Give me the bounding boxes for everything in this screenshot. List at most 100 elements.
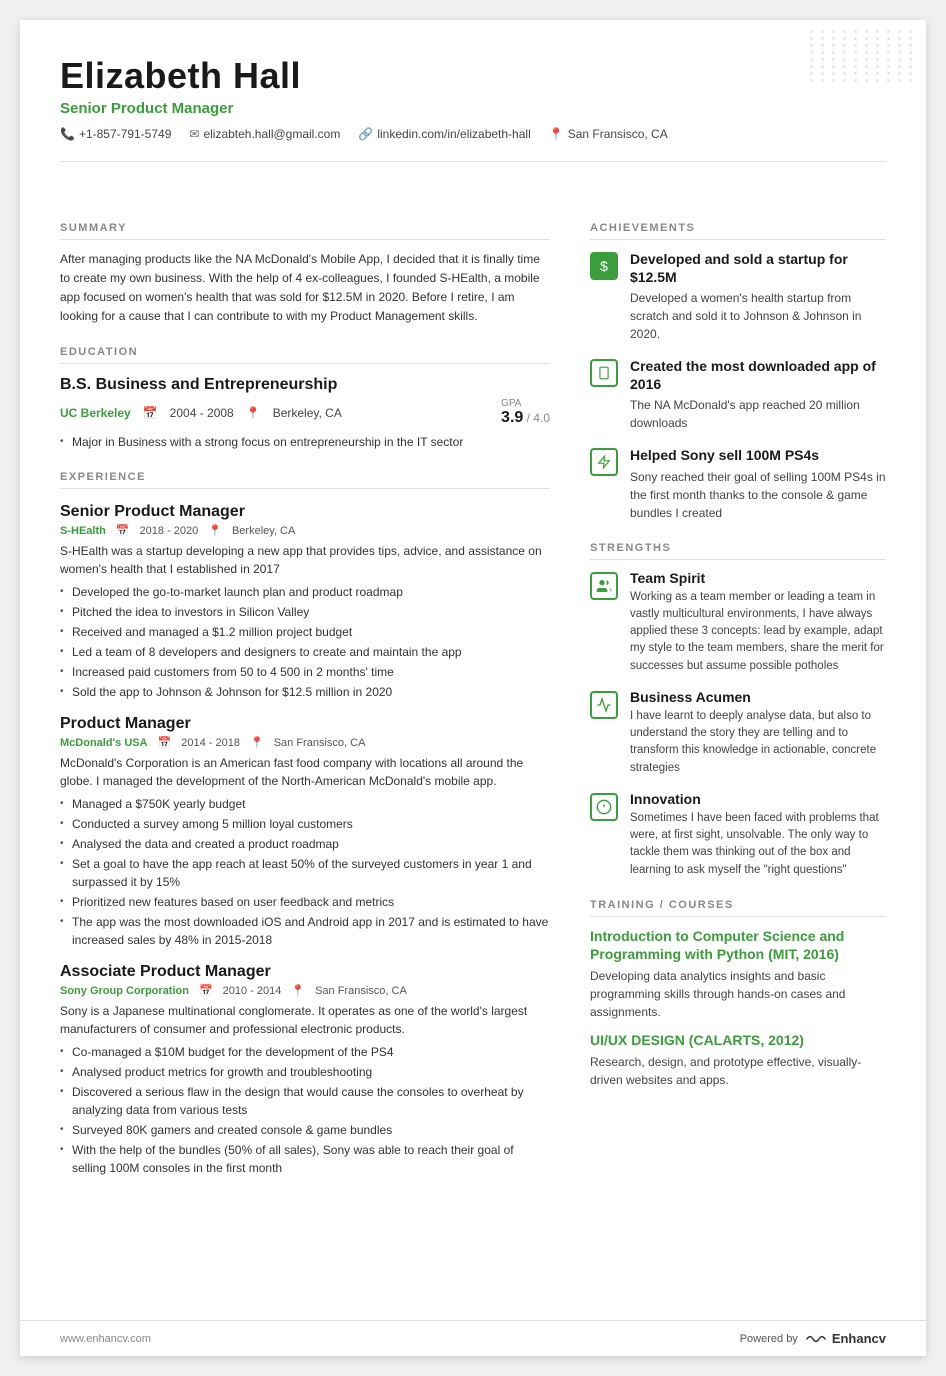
achievement-2-icon xyxy=(590,359,618,387)
achievement-3-desc: Sony reached their goal of selling 100M … xyxy=(630,468,886,522)
strength-3-content: Innovation Sometimes I have been faced w… xyxy=(630,791,886,879)
achievement-3-content: Helped Sony sell 100M PS4s Sony reached … xyxy=(630,446,886,521)
achievement-3: Helped Sony sell 100M PS4s Sony reached … xyxy=(590,446,886,521)
gpa-container: GPA 3.9 / 4.0 xyxy=(501,398,550,427)
strength-1-title: Team Spirit xyxy=(630,570,886,586)
strength-1-content: Team Spirit Working as a team member or … xyxy=(630,570,886,675)
job-3-years: 2010 - 2014 xyxy=(223,985,282,997)
job-1-company: S-HEalth xyxy=(60,525,106,537)
linkedin-value: linkedin.com/in/elizabeth-hall xyxy=(377,127,530,141)
footer-brand: Powered by Enhancv xyxy=(740,1331,886,1346)
job-1-bullet-5: Sold the app to Johnson & Johnson for $1… xyxy=(60,683,550,701)
right-column: ACHIEVEMENTS $ Developed and sold a star… xyxy=(590,202,886,1290)
summary-section-title: SUMMARY xyxy=(60,222,550,240)
training-section-title: TRAINING / COURSES xyxy=(590,899,886,917)
job-3-bullet-4: With the help of the bundles (50% of all… xyxy=(60,1141,550,1177)
location-contact: 📍 San Fransisco, CA xyxy=(549,127,668,141)
job-2-bullet-1: Conducted a survey among 5 million loyal… xyxy=(60,815,550,833)
achievement-1-content: Developed and sold a startup for $12.5M … xyxy=(630,250,886,343)
edu-bullets: Major in Business with a strong focus on… xyxy=(60,433,550,451)
email-value: elizabteh.hall@gmail.com xyxy=(203,127,340,141)
achievement-1: $ Developed and sold a startup for $12.5… xyxy=(590,250,886,343)
edu-degree: B.S. Business and Entrepreneurship xyxy=(60,376,550,394)
job-3-meta: Sony Group Corporation 📅 2010 - 2014 📍 S… xyxy=(60,984,550,997)
job-2-meta: McDonald's USA 📅 2014 - 2018 📍 San Frans… xyxy=(60,736,550,749)
job-1-bullet-1: Pitched the idea to investors in Silicon… xyxy=(60,603,550,621)
training-2-desc: Research, design, and prototype effectiv… xyxy=(590,1053,886,1089)
gpa-max: / 4.0 xyxy=(527,411,550,425)
edu-calendar-icon: 📅 xyxy=(143,406,158,420)
achievement-3-title: Helped Sony sell 100M PS4s xyxy=(630,446,886,464)
job-2-bullets: Managed a $750K yearly budget Conducted … xyxy=(60,795,550,949)
strength-2-desc: I have learnt to deeply analyse data, bu… xyxy=(630,708,886,777)
training-1-desc: Developing data analytics insights and b… xyxy=(590,967,886,1021)
job-3-pin-icon: 📍 xyxy=(291,984,305,997)
contact-row: 📞 +1-857-791-5749 ✉ elizabteh.hall@gmail… xyxy=(60,127,886,141)
job-1-pin-icon: 📍 xyxy=(208,524,222,537)
job-1-bullet-2: Received and managed a $1.2 million proj… xyxy=(60,623,550,641)
job-2-bullet-5: The app was the most downloaded iOS and … xyxy=(60,913,550,949)
job-1-location: Berkeley, CA xyxy=(232,525,295,537)
training-1-title: Introduction to Computer Science and Pro… xyxy=(590,927,886,963)
achievement-1-title: Developed and sold a startup for $12.5M xyxy=(630,250,886,286)
job-3-location: San Fransisco, CA xyxy=(315,985,407,997)
enhancv-logo: Enhancv xyxy=(804,1331,886,1346)
job-3-bullet-2: Discovered a serious flaw in the design … xyxy=(60,1083,550,1119)
candidate-title: Senior Product Manager xyxy=(60,100,886,117)
phone-contact: 📞 +1-857-791-5749 xyxy=(60,127,171,141)
job-3-desc: Sony is a Japanese multinational conglom… xyxy=(60,1002,550,1038)
summary-text: After managing products like the NA McDo… xyxy=(60,250,550,327)
gpa-value: 3.9 xyxy=(501,409,523,426)
strength-3-icon xyxy=(590,793,618,821)
email-icon: ✉ xyxy=(189,127,199,141)
edu-meta: UC Berkeley 📅 2004 - 2008 📍 Berkeley, CA… xyxy=(60,398,550,427)
gpa-label: GPA xyxy=(501,398,550,409)
phone-value: +1-857-791-5749 xyxy=(79,127,171,141)
candidate-name: Elizabeth Hall xyxy=(60,56,886,96)
strength-2: Business Acumen I have learnt to deeply … xyxy=(590,689,886,777)
location-icon: 📍 xyxy=(549,127,564,141)
job-1-bullet-4: Increased paid customers from 50 to 4 50… xyxy=(60,663,550,681)
job-1-desc: S-HEalth was a startup developing a new … xyxy=(60,542,550,578)
achievement-2-desc: The NA McDonald's app reached 20 million… xyxy=(630,396,886,432)
job-3-bullet-1: Analysed product metrics for growth and … xyxy=(60,1063,550,1081)
job-2-company: McDonald's USA xyxy=(60,737,148,749)
enhancv-logo-svg xyxy=(804,1332,828,1346)
training-2-title: UI/UX DESIGN (CALARTS, 2012) xyxy=(590,1031,886,1049)
job-2-bullet-4: Prioritized new features based on user f… xyxy=(60,893,550,911)
job-3-company: Sony Group Corporation xyxy=(60,985,189,997)
resume-page: const dotsContainer = document.querySele… xyxy=(20,20,926,1356)
linkedin-icon: 🔗 xyxy=(358,127,373,141)
achievement-2-content: Created the most downloaded app of 2016 … xyxy=(630,357,886,432)
resume-header: Elizabeth Hall Senior Product Manager 📞 … xyxy=(20,20,926,161)
enhancv-brand-name: Enhancv xyxy=(832,1331,886,1346)
job-2-title: Product Manager xyxy=(60,715,550,733)
email-contact: ✉ elizabteh.hall@gmail.com xyxy=(189,127,340,141)
job-1-bullet-3: Led a team of 8 developers and designers… xyxy=(60,643,550,661)
location-value: San Fransisco, CA xyxy=(568,127,668,141)
footer-website: www.enhancv.com xyxy=(60,1333,151,1345)
job-1-bullets: Developed the go-to-market launch plan a… xyxy=(60,583,550,701)
job-2-bullet-3: Set a goal to have the app reach at leas… xyxy=(60,855,550,891)
job-3-cal-icon: 📅 xyxy=(199,984,213,997)
job-1-years: 2018 - 2020 xyxy=(140,525,199,537)
job-3-bullet-3: Surveyed 80K gamers and created console … xyxy=(60,1121,550,1139)
job-2-bullet-2: Analysed the data and created a product … xyxy=(60,835,550,853)
achievement-2-title: Created the most downloaded app of 2016 xyxy=(630,357,886,393)
resume-footer: www.enhancv.com Powered by Enhancv xyxy=(20,1320,926,1356)
training-2: UI/UX DESIGN (CALARTS, 2012) Research, d… xyxy=(590,1031,886,1089)
edu-years: 2004 - 2008 xyxy=(170,406,234,420)
job-2-location: San Fransisco, CA xyxy=(274,737,366,749)
achievement-1-icon: $ xyxy=(590,252,618,280)
achievements-section-title: ACHIEVEMENTS xyxy=(590,222,886,240)
strength-3-title: Innovation xyxy=(630,791,886,807)
job-1-title: Senior Product Manager xyxy=(60,503,550,521)
job-1-bullet-0: Developed the go-to-market launch plan a… xyxy=(60,583,550,601)
training-1: Introduction to Computer Science and Pro… xyxy=(590,927,886,1021)
strength-1: Team Spirit Working as a team member or … xyxy=(590,570,886,675)
strength-1-icon xyxy=(590,572,618,600)
edu-school: UC Berkeley xyxy=(60,406,131,420)
strengths-section-title: STRENGTHS xyxy=(590,542,886,560)
job-1-cal-icon: 📅 xyxy=(116,524,130,537)
achievement-3-icon xyxy=(590,448,618,476)
